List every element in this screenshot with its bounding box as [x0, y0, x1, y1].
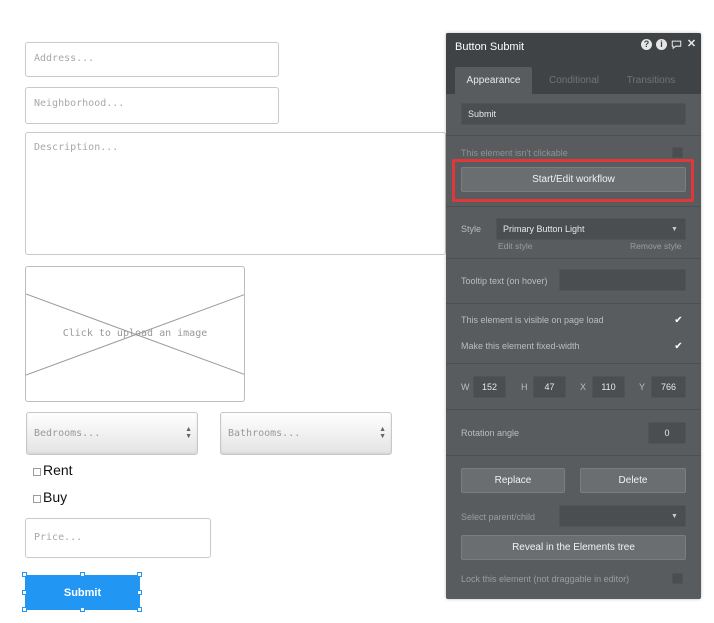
width-label: W — [461, 382, 470, 392]
bedrooms-placeholder: Bedrooms... — [34, 428, 101, 439]
reveal-in-elements-tree-button[interactable]: Reveal in the Elements tree — [461, 535, 686, 560]
highlight-frame — [452, 159, 694, 202]
remove-style-link[interactable]: Remove style — [630, 241, 682, 251]
style-value: Primary Button Light — [503, 224, 585, 234]
image-uploader[interactable]: Click to upload an image — [25, 266, 245, 402]
comment-icon[interactable] — [671, 39, 682, 50]
bathrooms-dropdown[interactable]: Bathrooms... ▲ ▼ — [220, 412, 392, 455]
button-text-input[interactable]: Submit — [461, 103, 686, 125]
divider — [446, 363, 701, 364]
panel-tabs: Appearance Conditional Transitions — [446, 61, 701, 94]
panel-title: Button Submit — [455, 41, 525, 53]
y-input[interactable]: 766 — [651, 376, 686, 398]
resize-handle-top-left[interactable] — [22, 572, 27, 577]
style-label: Style — [461, 224, 482, 234]
resize-handle-top[interactable] — [80, 572, 85, 577]
chevron-down-icon: ▼ — [671, 226, 678, 233]
divider — [446, 258, 701, 259]
panel-header-icons: ? i ✕ — [641, 39, 697, 50]
fixed-width-label: Make this element fixed-width — [461, 341, 580, 351]
height-input[interactable]: 47 — [533, 376, 566, 398]
submit-button-label: Submit — [63, 586, 102, 599]
resize-handle-left[interactable] — [22, 590, 27, 595]
buy-checkbox[interactable]: Buy — [33, 489, 67, 505]
buy-label: Buy — [43, 489, 68, 505]
not-clickable-label: This element isn't clickable — [461, 148, 568, 158]
lock-element-checkbox[interactable] — [672, 573, 683, 584]
neighborhood-input[interactable]: Neighborhood... — [25, 87, 279, 124]
resize-handle-bottom-left[interactable] — [22, 607, 27, 612]
description-textarea[interactable]: Description... — [25, 132, 446, 255]
help-icon[interactable]: ? — [641, 39, 652, 50]
divider — [446, 455, 701, 456]
close-icon[interactable]: ✕ — [686, 39, 697, 50]
style-dropdown[interactable]: Primary Button Light — [496, 218, 686, 240]
visible-on-load-checkbox[interactable]: ✔ — [673, 315, 684, 326]
x-input[interactable]: 110 — [592, 376, 625, 398]
not-clickable-checkbox[interactable] — [672, 147, 683, 158]
resize-handle-bottom-right[interactable] — [137, 607, 142, 612]
tab-appearance[interactable]: Appearance — [455, 67, 532, 94]
resize-handle-top-right[interactable] — [137, 572, 142, 577]
y-label: Y — [639, 382, 646, 392]
divider — [446, 206, 701, 207]
tab-conditional[interactable]: Conditional — [538, 67, 610, 94]
submit-button[interactable]: Submit — [25, 575, 140, 610]
delete-button-label: Delete — [618, 475, 648, 486]
address-input[interactable]: Address... — [25, 42, 279, 77]
visible-on-load-label: This element is visible on page load — [461, 315, 604, 325]
height-label: H — [521, 382, 528, 392]
panel-header[interactable]: Button Submit ? i ✕ — [446, 33, 701, 61]
property-editor-panel: Button Submit ? i ✕ Appearance Condition… — [446, 33, 701, 599]
address-placeholder: Address... — [34, 53, 95, 64]
x-label: X — [580, 382, 587, 392]
replace-button-label: Replace — [494, 475, 532, 486]
bedrooms-dropdown[interactable]: Bedrooms... ▲ ▼ — [26, 412, 198, 455]
divider — [446, 303, 701, 304]
divider — [446, 409, 701, 410]
resize-handle-bottom[interactable] — [80, 607, 85, 612]
reveal-button-label: Reveal in the Elements tree — [512, 542, 635, 553]
image-uploader-caption: Click to upload an image — [62, 328, 208, 339]
price-placeholder: Price... — [34, 532, 83, 543]
buy-checkbox-box[interactable] — [33, 494, 41, 503]
replace-button[interactable]: Replace — [461, 468, 565, 493]
tooltip-label: Tooltip text (on hover) — [461, 276, 548, 286]
rent-label: Rent — [43, 462, 73, 478]
rotation-label: Rotation angle — [461, 428, 520, 438]
fixed-width-checkbox[interactable]: ✔ — [673, 341, 684, 352]
delete-button[interactable]: Delete — [580, 468, 686, 493]
width-input[interactable]: 152 — [473, 376, 506, 398]
parent-child-dropdown[interactable] — [559, 505, 686, 527]
lock-element-label: Lock this element (not draggable in edit… — [461, 574, 630, 584]
edit-style-link[interactable]: Edit style — [498, 241, 533, 251]
description-placeholder: Description... — [34, 142, 119, 153]
updown-arrows-icon: ▲ ▼ — [379, 426, 386, 440]
chevron-down-icon: ▼ — [671, 513, 678, 520]
neighborhood-placeholder: Neighborhood... — [34, 98, 125, 109]
rotation-input[interactable]: 0 — [648, 422, 686, 444]
updown-arrows-icon: ▲ ▼ — [185, 426, 192, 440]
rent-checkbox[interactable]: Rent — [33, 462, 73, 478]
bathrooms-placeholder: Bathrooms... — [228, 428, 301, 439]
parent-child-label: Select parent/child — [461, 512, 536, 522]
tab-transitions[interactable]: Transitions — [616, 67, 686, 94]
info-icon[interactable]: i — [656, 39, 667, 50]
divider — [446, 135, 701, 136]
rent-checkbox-box[interactable] — [33, 467, 41, 476]
price-input[interactable]: Price... — [25, 518, 211, 558]
tooltip-input[interactable] — [559, 269, 686, 291]
resize-handle-right[interactable] — [137, 590, 142, 595]
